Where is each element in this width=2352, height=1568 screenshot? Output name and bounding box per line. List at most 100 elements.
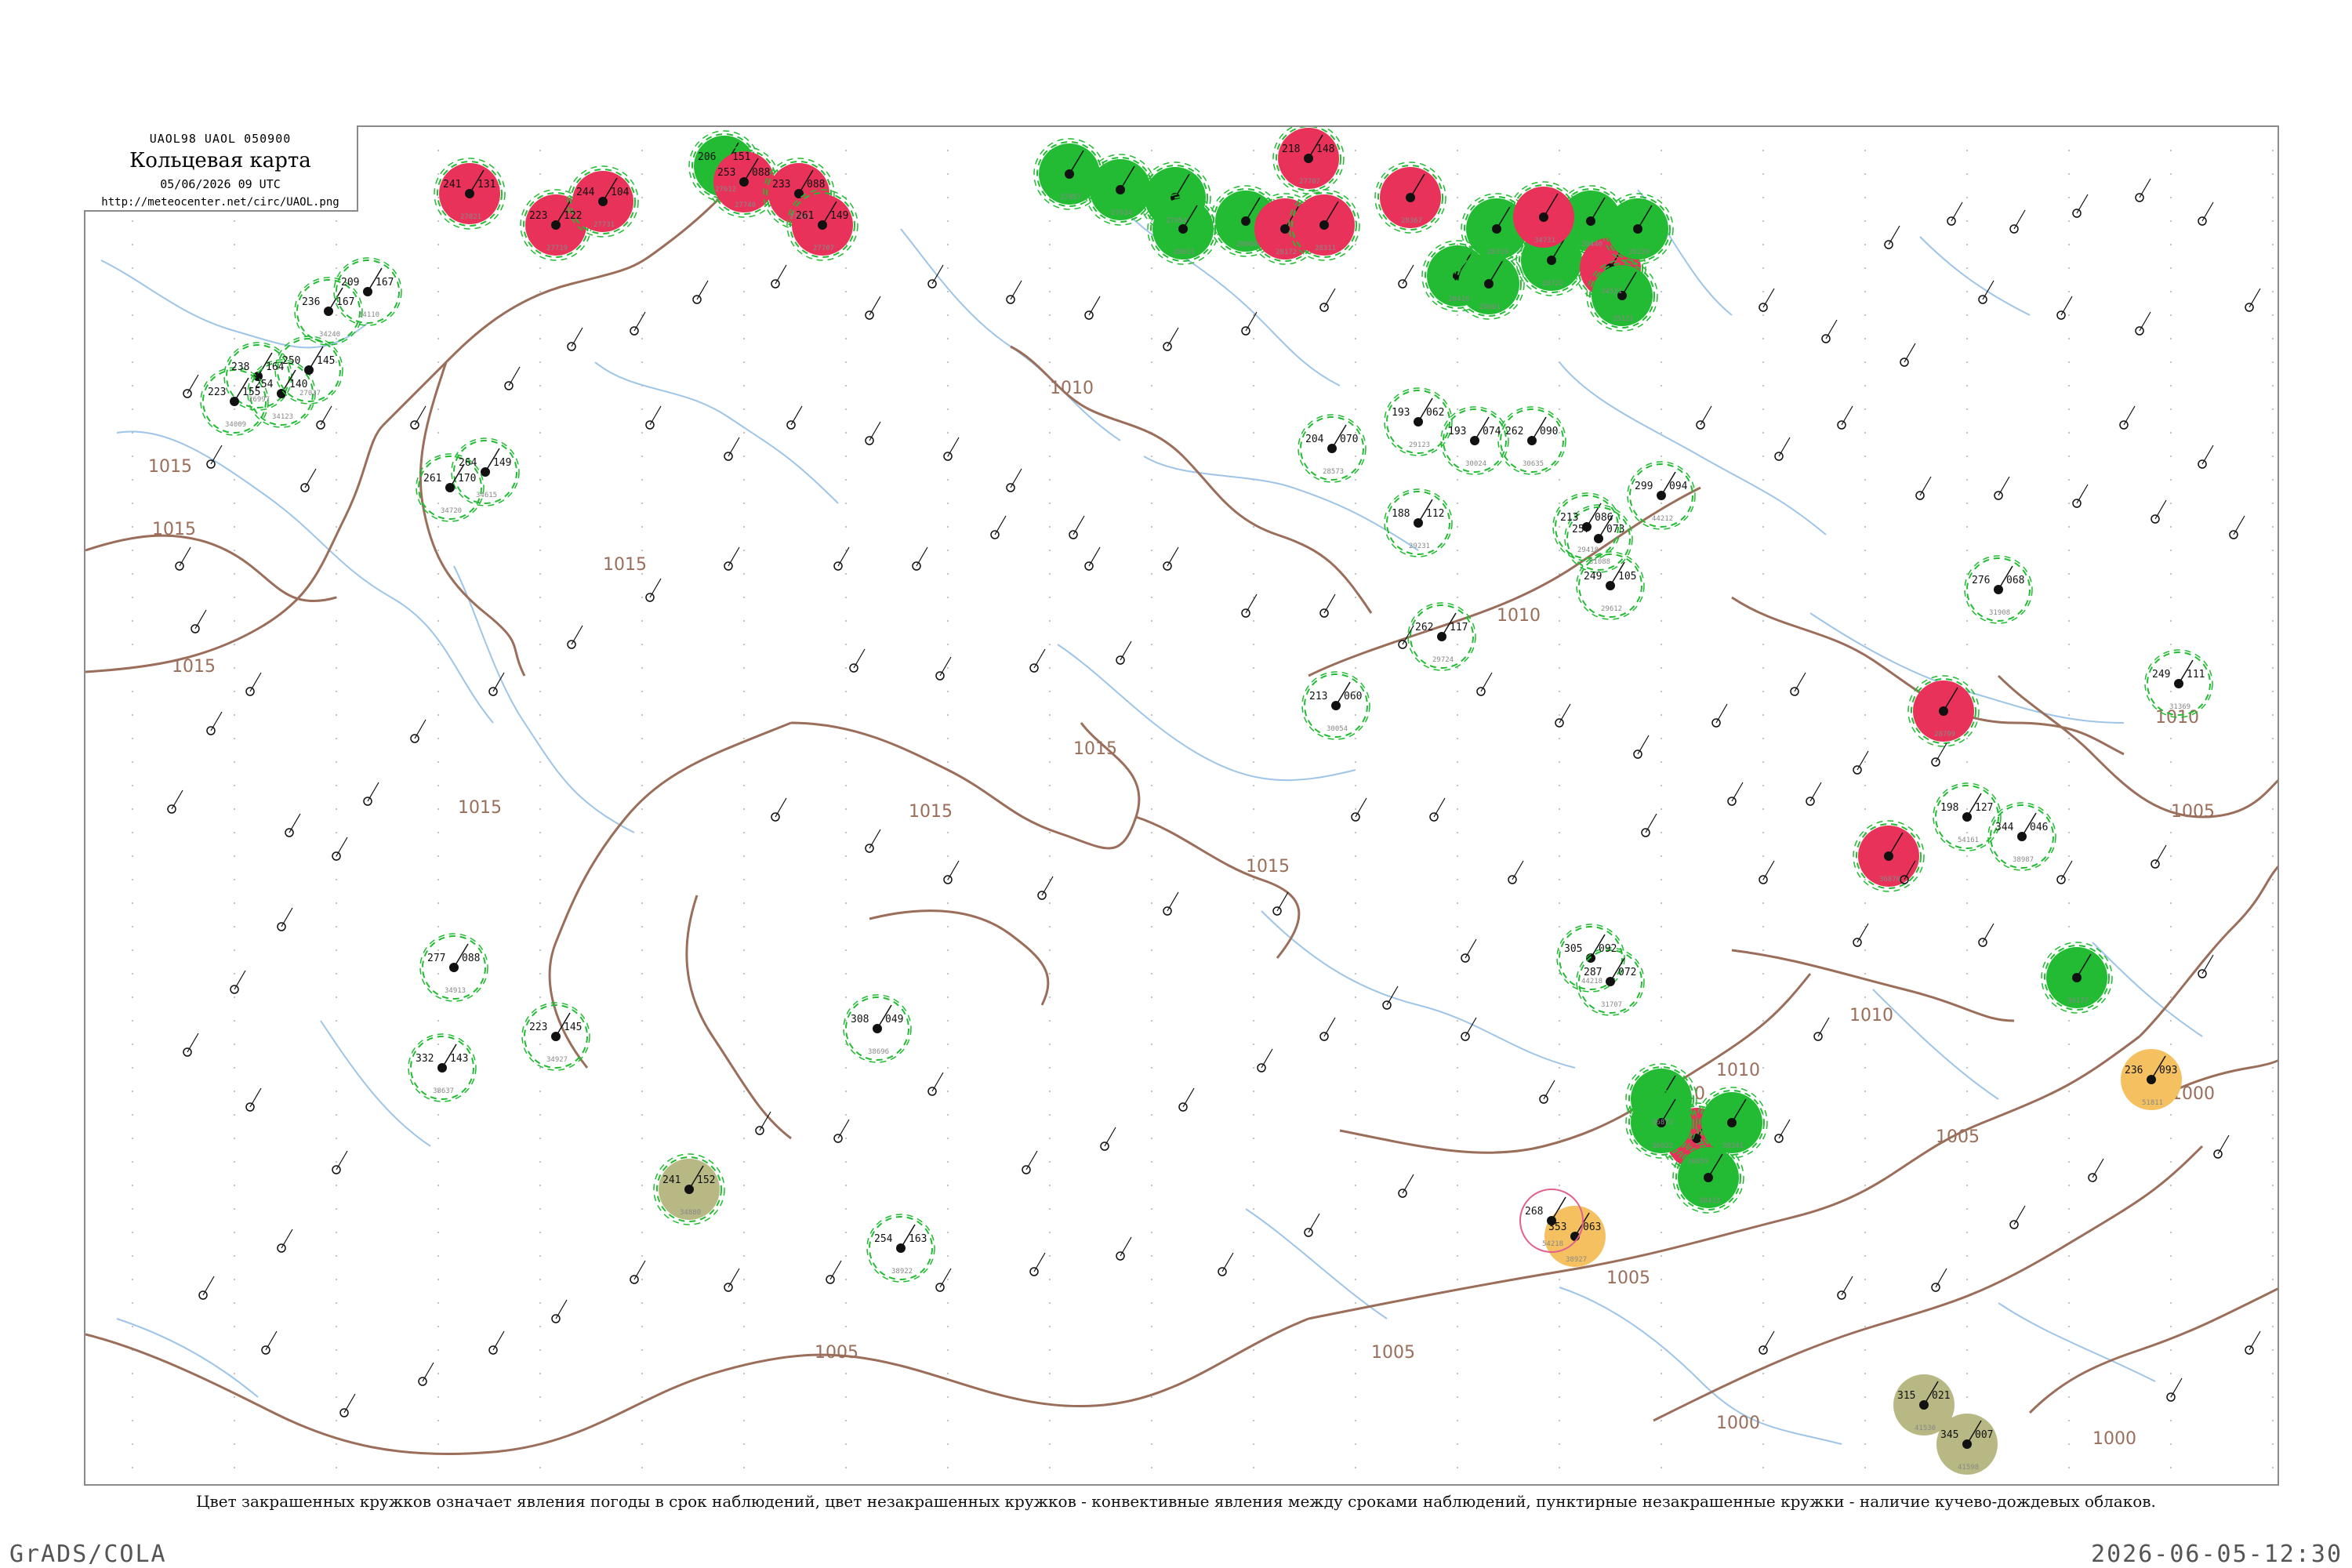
grid-dot bbox=[132, 1091, 133, 1092]
grid-dot bbox=[947, 620, 949, 622]
grid-dot bbox=[1762, 1044, 1764, 1045]
grid-dot bbox=[641, 1044, 643, 1045]
grid-dot bbox=[1253, 1467, 1254, 1468]
station-id: 34615 bbox=[476, 492, 497, 499]
station-id: 28311 bbox=[1315, 245, 1336, 252]
grid-dot bbox=[2068, 408, 2070, 410]
grid-dot bbox=[336, 1255, 337, 1257]
station-temperature: 213 bbox=[1309, 691, 1327, 702]
wind-barb bbox=[790, 405, 803, 426]
grid-dot bbox=[234, 1326, 235, 1327]
grid-dot bbox=[2272, 1255, 2274, 1257]
grid-dot bbox=[1661, 338, 1662, 339]
grid-dot bbox=[947, 1420, 949, 1421]
grid-dot bbox=[947, 1443, 949, 1445]
grid-dot bbox=[845, 385, 847, 387]
grid-dot bbox=[641, 1091, 643, 1092]
grid-dot bbox=[1049, 808, 1051, 810]
grid-dot bbox=[1049, 855, 1051, 857]
grid-dot bbox=[2068, 926, 2070, 927]
station-pressure: 152 bbox=[697, 1174, 715, 1186]
grid-dot bbox=[1457, 1255, 1458, 1257]
grid-dot bbox=[1253, 150, 1254, 151]
grid-dot bbox=[1253, 291, 1254, 292]
grid-dot bbox=[1049, 1020, 1051, 1022]
grid-dot bbox=[1457, 644, 1458, 645]
grid-dot bbox=[845, 408, 847, 410]
grid-dot bbox=[2272, 432, 2274, 434]
station-temperature: 250 bbox=[282, 355, 300, 367]
title-url[interactable]: http://meteocenter.net/circ/UAOL.png bbox=[84, 196, 357, 209]
grid-dot bbox=[1151, 314, 1152, 316]
grid-dot bbox=[743, 761, 745, 763]
grid-dot bbox=[1253, 1138, 1254, 1139]
station-pressure: 145 bbox=[564, 1022, 582, 1033]
wind-barb bbox=[1841, 1276, 1853, 1296]
grid-dot bbox=[1049, 291, 1051, 292]
grid-dot bbox=[1864, 291, 1866, 292]
grid-dot bbox=[641, 526, 643, 528]
grid-dot bbox=[1049, 973, 1051, 975]
grid-dot bbox=[1151, 150, 1152, 151]
grid-dot bbox=[743, 432, 745, 434]
grid-dot bbox=[641, 667, 643, 669]
grid-dot bbox=[132, 926, 133, 927]
grid-dot bbox=[1864, 644, 1866, 645]
wind-barb bbox=[304, 468, 317, 488]
grid-dot bbox=[1457, 220, 1458, 222]
grid-dot bbox=[2272, 996, 2274, 998]
grid-dot bbox=[947, 1302, 949, 1304]
station-id: 36022 bbox=[1652, 1142, 1673, 1150]
grid-dot bbox=[1151, 1138, 1152, 1139]
grid-dot bbox=[2272, 1208, 2274, 1210]
grid-dot bbox=[1966, 314, 1968, 316]
grid-dot bbox=[1151, 408, 1152, 410]
grid-dot bbox=[845, 573, 847, 575]
station-pressure: 170 bbox=[458, 473, 476, 485]
grid-dot bbox=[539, 1467, 541, 1468]
grid-dot bbox=[1253, 385, 1254, 387]
grid-dot bbox=[1253, 1373, 1254, 1374]
grid-dot bbox=[947, 550, 949, 551]
grid-dot bbox=[1661, 949, 1662, 951]
grid-dot bbox=[1049, 620, 1051, 622]
grid-dot bbox=[1966, 761, 1968, 763]
grid-dot bbox=[1661, 550, 1662, 551]
isobar-1005 bbox=[85, 1317, 1309, 1456]
station-pressure: 049 bbox=[885, 1014, 903, 1025]
grid-dot bbox=[947, 291, 949, 292]
grid-dot bbox=[743, 456, 745, 457]
station-id: 28011 bbox=[1174, 249, 1195, 256]
grid-dot bbox=[2068, 173, 2070, 175]
grid-dot bbox=[2272, 1443, 2274, 1445]
grid-dot bbox=[1253, 973, 1254, 975]
grid-dot bbox=[947, 197, 949, 198]
grid-dot bbox=[1864, 691, 1866, 692]
grid-dot bbox=[1355, 714, 1356, 716]
river bbox=[453, 565, 635, 833]
station-temperature: 262 bbox=[1415, 622, 1433, 633]
station-id: 28661 bbox=[1479, 303, 1501, 311]
wind-barb bbox=[1033, 648, 1046, 669]
grid-dot bbox=[641, 1020, 643, 1022]
grid-dot bbox=[2272, 244, 2274, 245]
station-temperature: 241 bbox=[443, 179, 461, 191]
station-pressure: 046 bbox=[2030, 822, 2048, 833]
station-temperature: 254 bbox=[255, 379, 274, 390]
grid-dot bbox=[132, 597, 133, 598]
grid-dot bbox=[1457, 1349, 1458, 1351]
grid-dot bbox=[845, 973, 847, 975]
grid-dot bbox=[1762, 1020, 1764, 1022]
wind-barb bbox=[1182, 1087, 1195, 1108]
grid-dot bbox=[539, 644, 541, 645]
grid-dot bbox=[539, 761, 541, 763]
grid-dot bbox=[1355, 738, 1356, 739]
grid-dot bbox=[1151, 1349, 1152, 1351]
grid-dot bbox=[2068, 761, 2070, 763]
isobar-1000 bbox=[2028, 1287, 2278, 1414]
grid-dot bbox=[1762, 1279, 1764, 1280]
grid-dot bbox=[2068, 1091, 2070, 1092]
grid-dot bbox=[1966, 150, 1968, 151]
grid-dot bbox=[743, 385, 745, 387]
grid-dot bbox=[336, 1067, 337, 1069]
